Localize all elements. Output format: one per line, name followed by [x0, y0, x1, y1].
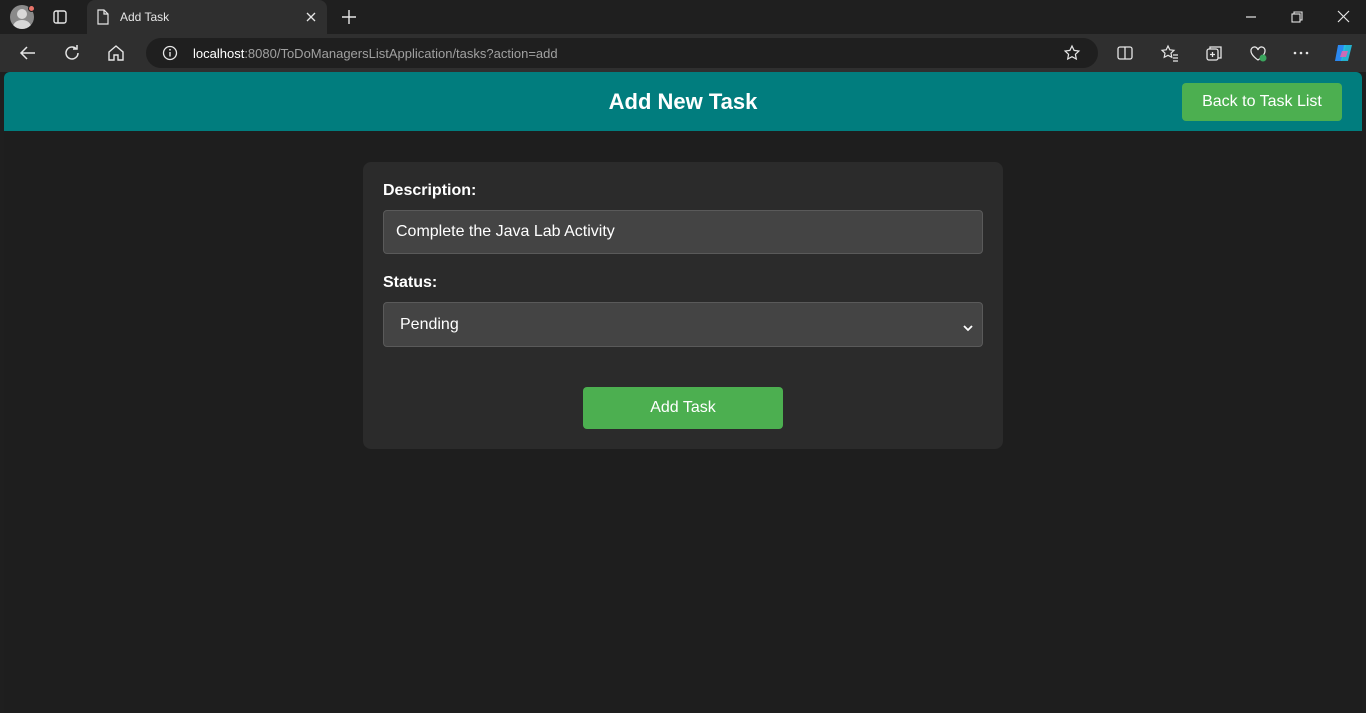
description-input[interactable]: Complete the Java Lab Activity — [383, 210, 983, 254]
page-header: Add New Task Back to Task List — [4, 72, 1362, 131]
status-selected-value: Pending — [400, 315, 459, 333]
copilot-icon[interactable] — [1332, 41, 1356, 65]
back-arrow-icon[interactable] — [18, 43, 38, 63]
description-label: Description: — [383, 182, 477, 199]
back-to-task-list-button[interactable]: Back to Task List — [1182, 83, 1342, 121]
browser-toolbar: localhost:8080/ToDoManagersListApplicati… — [0, 34, 1366, 72]
browser-essentials-icon[interactable] — [1248, 43, 1268, 63]
refresh-icon[interactable] — [62, 43, 82, 63]
url-path: :8080/ToDoManagersListApplication/tasks?… — [244, 46, 558, 61]
browser-tab-bar: Add Task — [0, 0, 1366, 34]
browser-tab-active[interactable]: Add Task — [87, 0, 327, 34]
tab-title: Add Task — [120, 10, 170, 24]
description-value: Complete the Java Lab Activity — [396, 223, 615, 240]
site-info-icon[interactable] — [162, 45, 178, 66]
page-title: Add New Task — [608, 89, 758, 114]
home-icon[interactable] — [106, 43, 126, 63]
add-task-form: Description: Complete the Java Lab Activ… — [363, 162, 1003, 449]
restore-icon[interactable] — [1286, 7, 1308, 27]
favorite-star-icon[interactable] — [1063, 44, 1081, 67]
split-screen-icon[interactable] — [1115, 43, 1135, 63]
page-icon — [96, 9, 110, 30]
minimize-icon[interactable] — [1240, 7, 1262, 27]
chevron-down-icon — [962, 320, 974, 338]
status-select[interactable]: Pending — [383, 302, 983, 347]
close-window-icon[interactable] — [1332, 7, 1354, 27]
new-tab-icon[interactable] — [339, 7, 359, 27]
favorites-icon[interactable] — [1160, 43, 1180, 63]
page-viewport: Add New Task Back to Task List Descripti… — [4, 72, 1362, 713]
status-label: Status: — [383, 274, 438, 291]
add-task-button[interactable]: Add Task — [583, 387, 783, 429]
tab-close-icon[interactable] — [303, 9, 319, 30]
tab-actions-icon[interactable] — [50, 7, 70, 27]
more-options-icon[interactable] — [1291, 43, 1311, 63]
address-bar[interactable]: localhost:8080/ToDoManagersListApplicati… — [146, 38, 1098, 68]
url-host: localhost — [193, 46, 245, 61]
profile-notification-dot — [28, 5, 35, 12]
url-text: localhost:8080/ToDoManagersListApplicati… — [193, 46, 558, 61]
collections-icon[interactable] — [1204, 43, 1224, 63]
